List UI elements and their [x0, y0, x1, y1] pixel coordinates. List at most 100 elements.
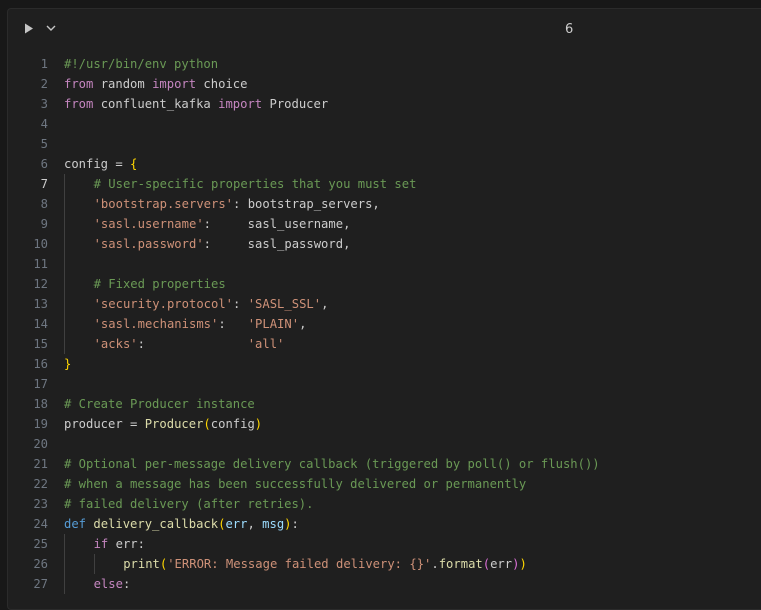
- run-cell-button[interactable]: [22, 21, 36, 35]
- line-number: 8: [40, 197, 48, 211]
- cell-toolbar: 6: [8, 9, 761, 49]
- line-number: 24: [33, 517, 48, 531]
- code-editor[interactable]: 1 #!/usr/bin/env python 2 from random impor…: [8, 54, 761, 594]
- code-token: print: [123, 557, 160, 571]
- code-line[interactable]: 9 'sasl.username': sasl_username,: [8, 214, 761, 234]
- code-token: # Create Producer instance: [64, 397, 255, 411]
- code-token: :: [137, 337, 248, 351]
- code-token: (: [482, 557, 491, 571]
- code-line[interactable]: 2 from random import choice: [8, 74, 761, 94]
- code-token: (: [203, 417, 211, 431]
- code-token: .: [431, 557, 439, 571]
- indent-guide: [64, 194, 65, 214]
- code-line[interactable]: 15 'acks': 'all': [8, 334, 761, 354]
- code-line[interactable]: 1 #!/usr/bin/env python: [8, 54, 761, 74]
- code-token: Producer: [144, 417, 204, 431]
- indent-guide: [64, 234, 65, 254]
- code-line[interactable]: 4: [8, 114, 761, 134]
- line-number: 21: [33, 457, 48, 471]
- code-line[interactable]: 23 # failed delivery (after retries).: [8, 494, 761, 514]
- code-token: err: [225, 517, 248, 531]
- code-token: 'sasl.mechanisms': [93, 317, 219, 331]
- code-line[interactable]: 19 producer = Producer(config): [8, 414, 761, 434]
- code-token: import: [152, 77, 197, 91]
- code-line[interactable]: 12 # Fixed properties: [8, 274, 761, 294]
- code-line[interactable]: 20: [8, 434, 761, 454]
- code-line[interactable]: 25 if err:: [8, 534, 761, 554]
- code-text: #!/usr/bin/env python: [64, 54, 218, 74]
- code-text: # Create Producer instance: [64, 394, 255, 414]
- line-number: 10: [33, 237, 48, 251]
- line-number: 19: [33, 417, 48, 431]
- code-line[interactable]: 11: [8, 254, 761, 274]
- code-token: err:: [108, 537, 145, 551]
- code-token: confluent_kafka: [93, 97, 219, 111]
- code-token: 'bootstrap.servers': [93, 197, 234, 211]
- notebook-cell[interactable]: 6 1 #!/usr/bin/env python 2 from random imp…: [7, 8, 761, 610]
- code-line[interactable]: 22 # when a message has been successfully…: [8, 474, 761, 494]
- code-token: config: [64, 157, 109, 171]
- code-text: 'acks': 'all': [94, 334, 285, 354]
- code-token: {: [130, 157, 138, 171]
- code-token: random: [93, 77, 153, 91]
- code-text: else:: [94, 574, 131, 594]
- code-token: # User-specific properties that you must…: [93, 177, 417, 191]
- line-number: 7: [40, 177, 48, 191]
- code-line[interactable]: 14 'sasl.mechanisms': 'PLAIN',: [8, 314, 761, 334]
- code-token: # failed delivery (after retries).: [64, 497, 314, 511]
- code-token: from: [64, 77, 94, 91]
- code-line[interactable]: 21 # Optional per-message delivery callba…: [8, 454, 761, 474]
- cell-options-button[interactable]: [44, 21, 58, 35]
- code-line[interactable]: 27 else:: [8, 574, 761, 594]
- code-token: : sasl_username,: [203, 217, 351, 231]
- code-line[interactable]: 17: [8, 374, 761, 394]
- line-number: 18: [33, 397, 48, 411]
- code-token: 'SASL_SSL': [247, 297, 322, 311]
- code-line[interactable]: 24 def delivery_callback(err, msg):: [8, 514, 761, 534]
- line-number: 25: [33, 537, 48, 551]
- code-text: 'security.protocol': 'SASL_SSL',: [94, 294, 329, 314]
- line-number: 27: [33, 577, 48, 591]
- code-token: err: [490, 557, 513, 571]
- code-line[interactable]: 13 'security.protocol': 'SASL_SSL',: [8, 294, 761, 314]
- line-number: 14: [33, 317, 48, 331]
- line-number: 22: [33, 477, 48, 491]
- code-token: # Fixed properties: [93, 277, 226, 291]
- code-line[interactable]: 16}: [8, 354, 761, 374]
- line-number: 5: [40, 137, 48, 151]
- code-token: Producer: [262, 97, 329, 111]
- code-text: # Fixed properties: [94, 274, 226, 294]
- code-token: 'all': [247, 337, 285, 351]
- code-token: : bootstrap_servers,: [233, 197, 380, 211]
- code-line[interactable]: 3 from confluent_kafka import Producer: [8, 94, 761, 114]
- code-line[interactable]: 18 # Create Producer instance: [8, 394, 761, 414]
- code-text: print ('ERROR: Message failed delivery: {…: [123, 554, 527, 574]
- code-token: delivery_callback: [93, 517, 219, 531]
- code-line[interactable]: 8 'bootstrap.servers': bootstrap_servers,: [8, 194, 761, 214]
- code-line[interactable]: 6 config = {: [8, 154, 761, 174]
- line-number: 16: [33, 357, 48, 371]
- code-token: :: [122, 577, 131, 591]
- code-text: 'sasl.mechanisms': 'PLAIN',: [94, 314, 307, 334]
- code-line[interactable]: 10 'sasl.password': sasl_password,: [8, 234, 761, 254]
- code-token: from: [64, 97, 94, 111]
- line-number: 1: [40, 57, 48, 71]
- execution-count: 6: [565, 22, 574, 37]
- code-line[interactable]: 5: [8, 134, 761, 154]
- line-number: 23: [33, 497, 48, 511]
- line-number: 26: [33, 557, 48, 571]
- line-number: 13: [33, 297, 48, 311]
- code-token: choice: [196, 77, 248, 91]
- code-token: producer: [64, 417, 123, 431]
- code-token: if: [93, 537, 109, 551]
- code-token: 'acks': [93, 337, 138, 351]
- code-text: if err:: [94, 534, 145, 554]
- code-token: # Optional per-message delivery callback…: [64, 457, 600, 471]
- indent-guide: [64, 214, 65, 234]
- code-token: else: [93, 577, 123, 591]
- code-line[interactable]: 26 print ('ERROR: Message failed delivery:…: [8, 554, 761, 574]
- code-line[interactable]: 7 # User-specific properties that you mus…: [8, 174, 761, 194]
- code-text: def delivery_callback(err, msg):: [64, 514, 299, 534]
- indent-guide: [64, 554, 65, 574]
- line-number: 3: [40, 97, 48, 111]
